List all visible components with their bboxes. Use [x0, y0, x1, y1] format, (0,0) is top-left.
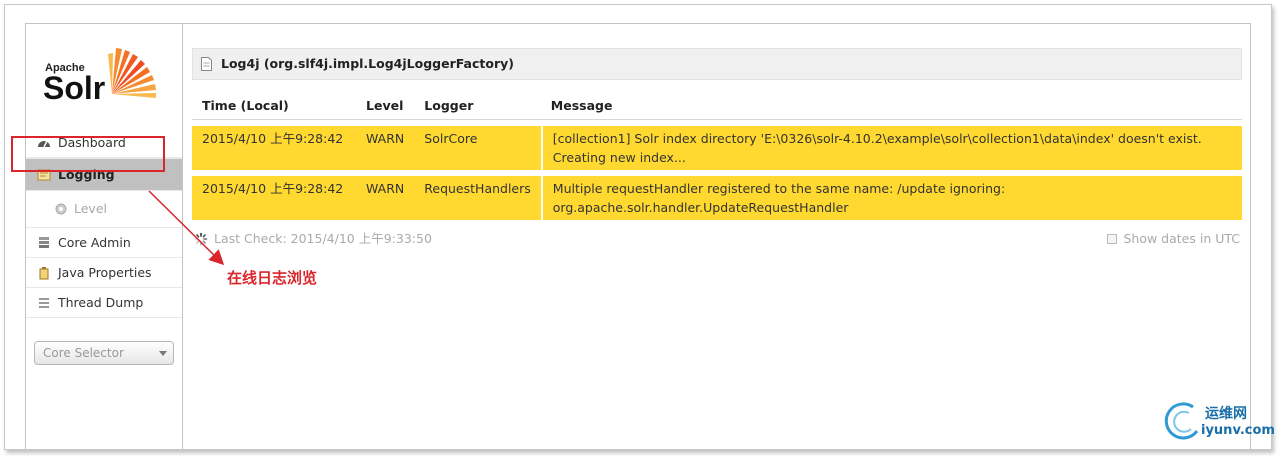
annotation-arrow: [148, 190, 225, 266]
site-watermark: 运维网 iyunv.com: [1163, 401, 1275, 443]
screenshot-frame: Apache Solr Dashboard Logging Level Core…: [4, 4, 1275, 450]
watermark-cn: 运维网: [1205, 406, 1247, 422]
watermark-logo-icon: [1164, 402, 1199, 440]
watermark-url: iyunv.com: [1201, 423, 1275, 438]
annotation-label: 在线日志浏览: [227, 269, 318, 287]
